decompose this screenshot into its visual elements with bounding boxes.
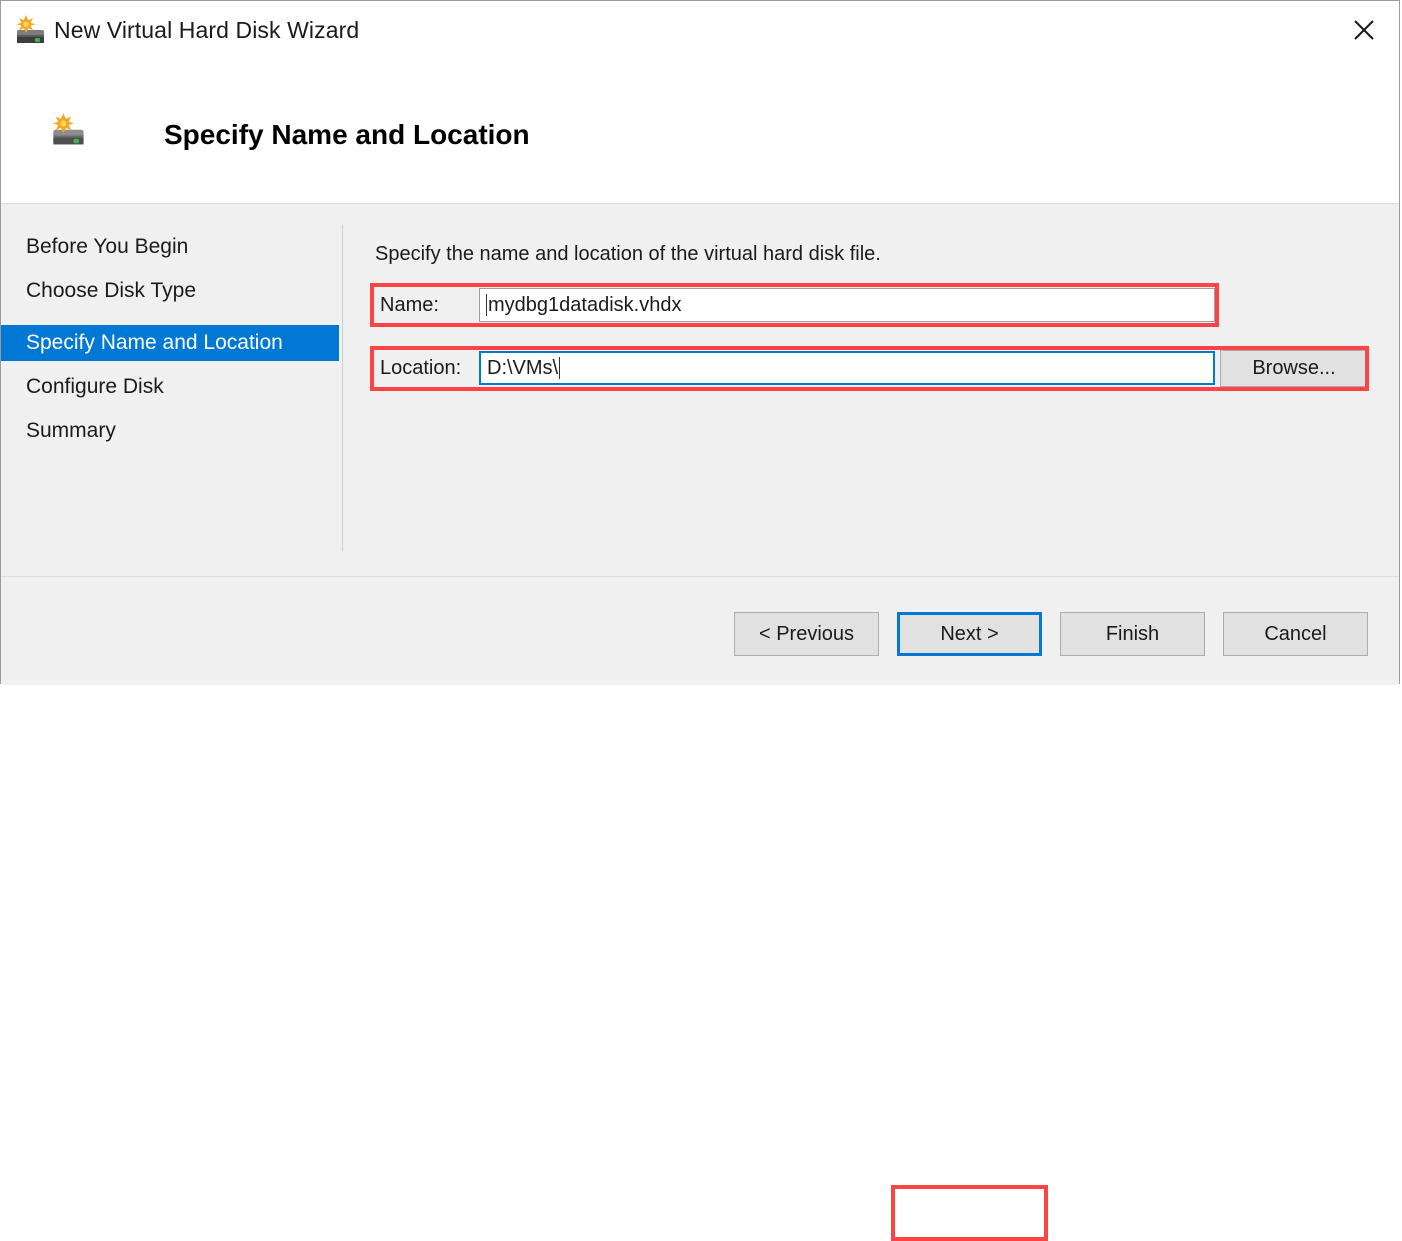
browse-button[interactable]: Browse... [1220,350,1368,387]
dialog-footer: < Previous Next > Finish Cancel [1,576,1399,685]
sidebar-item-label: Summary [26,419,116,443]
virtual-hard-disk-icon [50,113,88,149]
intro-description: Specify the name and location of the vir… [375,243,881,266]
next-button-annotation [891,1185,1048,1241]
previous-button[interactable]: < Previous [734,612,879,656]
window-title: New Virtual Hard Disk Wizard [54,17,359,44]
sidebar-item-label: Before You Begin [26,235,188,259]
sidebar-item-label: Specify Name and Location [26,331,283,355]
location-label: Location: [375,351,479,385]
name-input-value: mydbg1datadisk.vhdx [488,294,681,317]
sidebar-item-summary[interactable]: Summary [1,413,339,449]
wizard-steps-sidebar: Before You Begin Choose Disk Type Specif… [1,205,339,576]
page-header: Specify Name and Location [1,61,1399,204]
sidebar-item-specify-name-and-location[interactable]: Specify Name and Location [1,325,339,361]
cancel-button[interactable]: Cancel [1223,612,1368,656]
text-caret [559,357,560,379]
name-field-row: Name: mydbg1datadisk.vhdx [375,288,1215,322]
finish-button[interactable]: Finish [1060,612,1205,656]
dialog-body: Before You Begin Choose Disk Type Specif… [1,205,1399,576]
name-label: Name: [375,288,479,322]
sidebar-item-configure-disk[interactable]: Configure Disk [1,369,339,405]
sidebar-item-before-you-begin[interactable]: Before You Begin [1,229,339,265]
title-bar: New Virtual Hard Disk Wizard [1,1,1399,61]
new-virtual-hard-disk-wizard-window: New Virtual Hard Disk Wizard Specify Nam… [0,0,1400,684]
sidebar-item-label: Choose Disk Type [26,279,196,303]
close-icon[interactable] [1337,6,1391,54]
name-input[interactable]: mydbg1datadisk.vhdx [479,288,1215,322]
location-field-row: Location: D:\VMs\ [375,351,1215,385]
virtual-hard-disk-icon [14,15,48,47]
page-title: Specify Name and Location [164,119,530,151]
sidebar-item-choose-disk-type[interactable]: Choose Disk Type [1,273,339,309]
location-input[interactable]: D:\VMs\ [479,351,1215,385]
sidebar-item-label: Configure Disk [26,375,164,399]
next-button[interactable]: Next > [897,612,1042,656]
content-pane: Specify the name and location of the vir… [342,205,1401,576]
text-caret [486,294,487,316]
location-input-value: D:\VMs\ [487,357,558,380]
